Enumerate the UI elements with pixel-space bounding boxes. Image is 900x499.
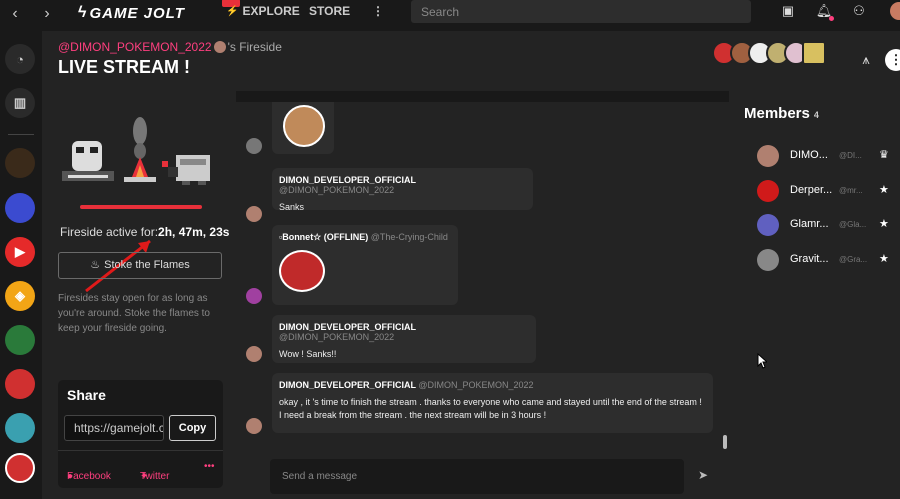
- more-menu-icon[interactable]: ⋮: [372, 0, 384, 22]
- community-icon-freddy[interactable]: [5, 148, 35, 178]
- message-composer: Send a message ➤: [236, 454, 729, 499]
- community-icon-bottom[interactable]: [5, 453, 35, 483]
- library-icon[interactable]: ▥: [5, 88, 35, 118]
- sticker-message: [272, 102, 334, 154]
- bob-ross-sticker: [283, 105, 325, 147]
- explore-icon: ⚡: [226, 5, 239, 17]
- chat-message: DIMON_DEVELOPER_OFFICIAL @DIMON_POKEMON_…: [272, 168, 533, 212]
- viewer-avatar: [802, 41, 826, 65]
- fireside-note: Firesides stay open for as long as you'r…: [58, 293, 210, 334]
- chat-message: DIMON_DEVELOPER_OFFICIAL @DIMON_POKEMON_…: [272, 315, 536, 363]
- fireside-owner: @DIMON_POKEMON_2022's Fireside: [58, 40, 282, 54]
- copy-button[interactable]: Copy: [169, 415, 216, 441]
- top-bar: ‹ › ϟ GAME JOLT ⚡ EXPLORE STORE ⋮ Search…: [0, 0, 900, 31]
- notification-dot: [829, 16, 834, 21]
- message-author: DIMON_DEVELOPER_OFFICIAL @DIMON_POKEMON_…: [279, 380, 534, 390]
- share-card: Share https://gamejolt.com/c/ Copy ● Fac…: [58, 380, 223, 488]
- left-rail: ◔ ▥ ▶ ◈: [0, 31, 42, 499]
- star-icon: ★: [879, 184, 889, 196]
- member-item[interactable]: Gravit... @Gra... ★: [757, 248, 897, 272]
- rail-divider: [8, 134, 34, 135]
- quests-icon[interactable]: ▣: [779, 2, 797, 20]
- viewer-avatars[interactable]: [712, 41, 826, 73]
- members-panel: Members 4 DIMO... @DI... ♛ Derper... @mr.…: [729, 91, 900, 499]
- community-icon-teal[interactable]: [5, 413, 35, 443]
- member-item[interactable]: DIMO... @DI... ♛: [757, 144, 897, 168]
- member-item[interactable]: Glamr... @Gla... ★: [757, 213, 897, 237]
- nav-store[interactable]: STORE: [309, 0, 350, 22]
- member-avatar: [757, 214, 779, 236]
- flame-icon: ♨: [90, 259, 101, 271]
- share-title: Share: [67, 387, 106, 403]
- broadcast-icon[interactable]: ⩚: [855, 49, 877, 71]
- stoke-flames-button[interactable]: ♨ Stoke the Flames: [58, 252, 222, 279]
- message-text: okay , it 's time to finish the stream .…: [279, 397, 702, 420]
- members-title: Members 4: [744, 105, 819, 122]
- sticker-image: [279, 250, 325, 292]
- share-more-button[interactable]: •••: [204, 461, 215, 472]
- share-links: ● Facebook ✦ Twitter •••: [58, 450, 223, 482]
- star-icon: ★: [879, 253, 889, 265]
- members-count: 4: [813, 110, 819, 120]
- member-item[interactable]: Derper... @mr... ★: [757, 179, 897, 203]
- gamejolt-logo[interactable]: ϟ GAME JOLT: [78, 0, 240, 24]
- search-input[interactable]: Search: [411, 0, 751, 23]
- fireside-sprites: [62, 117, 210, 185]
- forward-arrow-icon[interactable]: ›: [37, 4, 57, 24]
- chat-panel: DIMON_DEVELOPER_OFFICIAL @DIMON_POKEMON_…: [236, 102, 729, 499]
- mouse-cursor-icon: [757, 353, 767, 369]
- chat-messages[interactable]: DIMON_DEVELOPER_OFFICIAL @DIMON_POKEMON_…: [236, 102, 729, 447]
- message-avatar: [246, 288, 262, 304]
- message-avatar: [246, 346, 262, 362]
- back-arrow-icon[interactable]: ‹: [5, 4, 25, 24]
- nav-explore[interactable]: ⚡ EXPLORE: [226, 0, 300, 22]
- message-author: ▫Bonnet☆ (OFFLINE) @The-Crying-Child: [279, 232, 448, 242]
- message-text: Wow ! Sanks!!: [279, 349, 337, 359]
- message-avatar: [246, 418, 262, 434]
- member-avatar: [757, 145, 779, 167]
- chat-scrollbar[interactable]: [723, 435, 727, 449]
- send-icon[interactable]: ➤: [698, 468, 712, 482]
- fireside-panel: Fireside active for:2h, 47m, 23s ♨ Stoke …: [42, 91, 236, 499]
- owner-avatar: [213, 41, 226, 53]
- chat-message: DIMON_DEVELOPER_OFFICIAL @DIMON_POKEMON_…: [272, 373, 713, 433]
- community-icon-red[interactable]: [5, 369, 35, 399]
- page-title: LIVE STREAM !: [58, 57, 191, 77]
- share-url-input[interactable]: https://gamejolt.com/c/: [64, 415, 164, 441]
- message-avatar: [246, 206, 262, 222]
- message-text: Sanks: [279, 202, 305, 212]
- chat-icon[interactable]: ◔: [5, 44, 35, 74]
- message-author: DIMON_DEVELOPER_OFFICIAL @DIMON_POKEMON_…: [279, 322, 416, 342]
- message-author: DIMON_DEVELOPER_OFFICIAL @DIMON_POKEMON_…: [279, 175, 416, 195]
- member-avatar: [757, 180, 779, 202]
- star-icon: ★: [879, 218, 889, 230]
- bolt-icon: ϟ: [78, 4, 87, 21]
- fireside-header: @DIMON_POKEMON_2022's Fireside LIVE STRE…: [42, 31, 900, 91]
- user-avatar[interactable]: [890, 2, 900, 20]
- options-menu-icon[interactable]: ⋮: [885, 49, 900, 71]
- message-avatar: [246, 138, 262, 154]
- community-icon-fnf[interactable]: [5, 193, 35, 223]
- flame-meter: [80, 205, 202, 209]
- chat-message: ▫Bonnet☆ (OFFLINE) @The-Crying-Child: [272, 225, 458, 305]
- community-icon-unity[interactable]: ◈: [5, 281, 35, 311]
- friends-icon[interactable]: ⚇: [850, 2, 868, 20]
- community-icon-youtube[interactable]: ▶: [5, 237, 35, 267]
- member-avatar: [757, 249, 779, 271]
- community-icon-green[interactable]: [5, 325, 35, 355]
- message-input[interactable]: Send a message: [270, 459, 684, 494]
- crown-icon: ♛: [879, 149, 889, 161]
